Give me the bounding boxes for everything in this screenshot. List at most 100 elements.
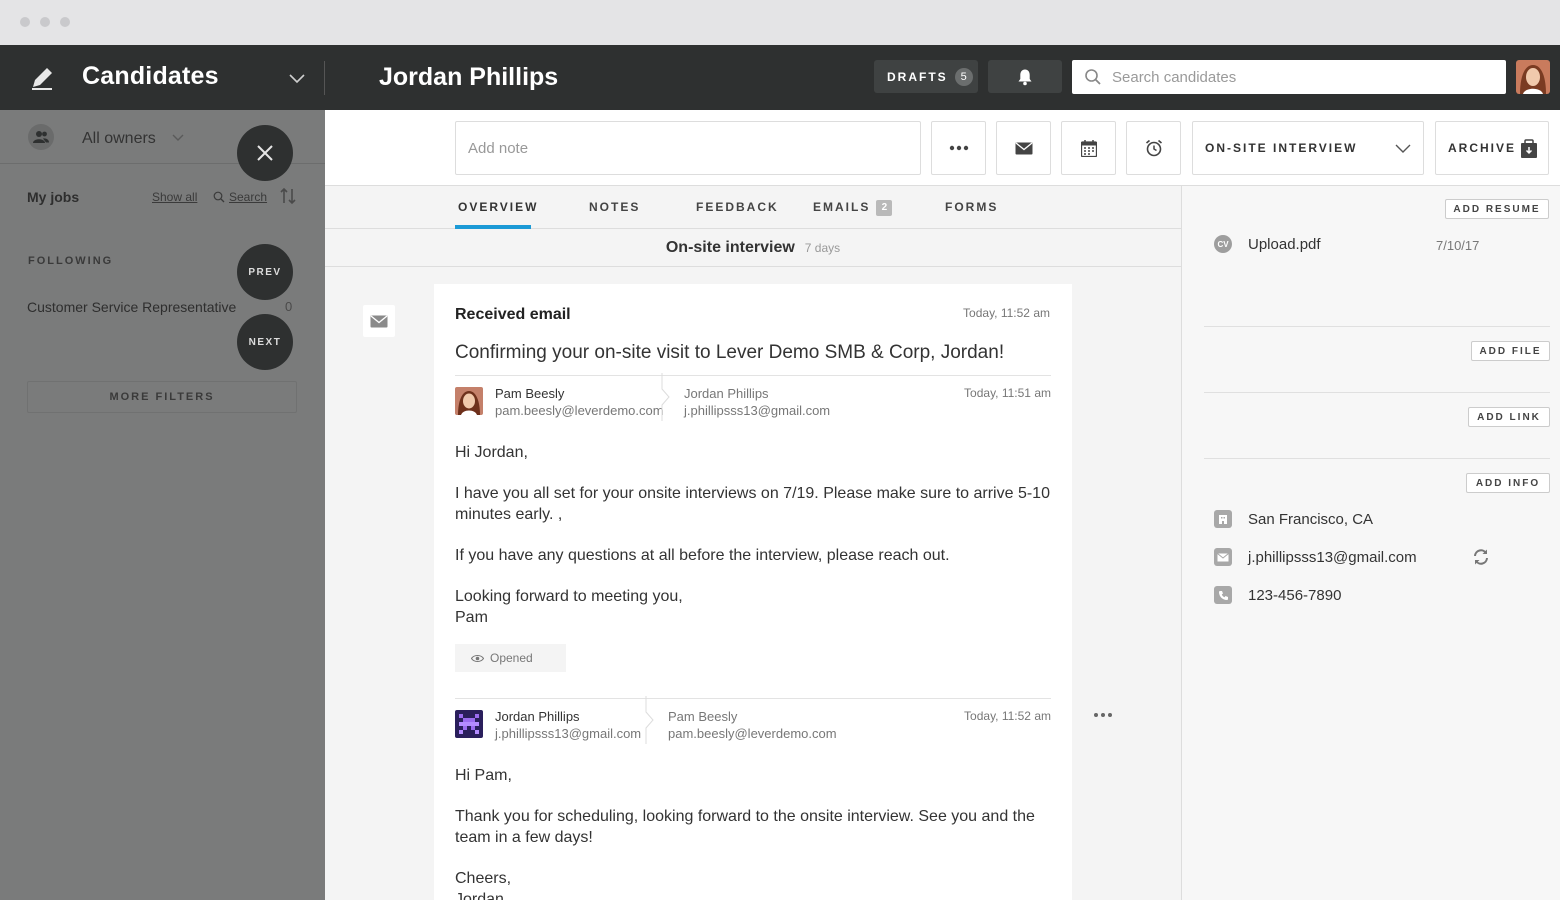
message-body-line: Pam <box>455 609 488 626</box>
window-chrome <box>0 0 1560 45</box>
sender-email: pam.beesly@leverdemo.com <box>495 403 664 418</box>
message-body-line: I have you all set for your onsite inter… <box>455 485 1050 523</box>
divider <box>455 375 1051 376</box>
drafts-label: DRAFTS <box>887 69 948 84</box>
pencil-icon[interactable] <box>28 64 56 92</box>
divider <box>1204 326 1550 327</box>
add-file-button[interactable]: ADD FILE <box>1471 341 1550 361</box>
search-box[interactable] <box>1072 60 1506 94</box>
window-close-dot[interactable] <box>20 17 30 27</box>
envelope-icon <box>1015 141 1032 154</box>
sync-icon[interactable] <box>1472 548 1490 566</box>
candidate-email[interactable]: j.phillipsss13@gmail.com <box>1248 549 1417 566</box>
email-row: j.phillipsss13@gmail.com <box>1214 548 1417 566</box>
candidate-phone[interactable]: 123-456-7890 <box>1248 587 1341 604</box>
tab-notes[interactable]: NOTES <box>589 200 640 214</box>
chevron-down-icon <box>172 134 184 141</box>
divider <box>455 698 1051 699</box>
alarm-clock-icon <box>1145 139 1162 157</box>
chevron-down-icon[interactable] <box>288 69 306 87</box>
send-email-button[interactable] <box>996 121 1051 175</box>
message-body-line: Looking forward to meeting you, <box>455 588 683 605</box>
divider <box>1204 392 1550 393</box>
message-header: Jordan Phillips j.phillipsss13@gmail.com… <box>455 696 1051 756</box>
center-panel: OVERVIEW NOTES FEEDBACK EMAILS 2 FORMS On… <box>325 186 1181 900</box>
chevron-down-icon <box>1395 144 1411 153</box>
message-body-line: If you have any questions at all before … <box>455 547 950 564</box>
archive-button[interactable]: ARCHIVE <box>1435 121 1549 175</box>
email-event-time: Today, 11:52 am <box>963 306 1050 320</box>
schedule-button[interactable] <box>1061 121 1116 175</box>
show-all-link[interactable]: Show all <box>152 190 197 204</box>
ellipsis-icon <box>949 145 968 151</box>
top-bar: Candidates Jordan Phillips DRAFTS 5 <box>0 45 1560 110</box>
prev-candidate-button[interactable]: PREV <box>237 244 293 300</box>
add-info-button[interactable]: ADD INFO <box>1466 473 1550 493</box>
tab-feedback[interactable]: FEEDBACK <box>696 200 779 214</box>
add-resume-button[interactable]: ADD RESUME <box>1445 199 1549 219</box>
add-note-input[interactable] <box>455 121 921 175</box>
sidebar-search-link[interactable]: Search <box>213 190 267 204</box>
drafts-button[interactable]: DRAFTS 5 <box>874 60 978 93</box>
stage-dropdown-value: ON-SITE INTERVIEW <box>1205 141 1358 155</box>
search-icon <box>1085 69 1101 85</box>
candidate-location: San Francisco, CA <box>1248 510 1374 528</box>
close-icon <box>257 145 273 161</box>
bell-icon <box>1018 69 1032 85</box>
message-header: Pam Beesly pam.beesly@leverdemo.com Jord… <box>455 373 1051 433</box>
chevron-right-icon <box>661 373 670 421</box>
message-body-line: Cheers, <box>455 870 512 887</box>
message-body-line: Hi Pam, <box>455 767 512 784</box>
recipient-name: Jordan Phillips <box>684 386 769 401</box>
job-item-title[interactable]: Customer Service Representative <box>27 299 236 315</box>
tab-forms[interactable]: FORMS <box>945 200 998 214</box>
more-filters-button[interactable]: MORE FILTERS <box>27 381 297 413</box>
resume-file-date: 7/10/17 <box>1436 238 1480 253</box>
building-icon <box>1214 510 1232 528</box>
eye-icon <box>471 654 484 662</box>
add-link-button[interactable]: ADD LINK <box>1468 407 1550 427</box>
phone-row: 123-456-7890 <box>1214 586 1341 604</box>
divider <box>1204 458 1550 459</box>
stage-name: On-site interview <box>665 238 795 256</box>
close-sidebar-button[interactable] <box>237 125 293 181</box>
resume-file-icon: CV <box>1214 235 1232 253</box>
chevron-right-icon <box>645 696 654 744</box>
calendar-icon <box>1080 139 1097 157</box>
sender-email: j.phillipsss13@gmail.com <box>495 726 642 741</box>
sidebar: All owners My jobs Show all Search FOLLO… <box>0 110 325 900</box>
recipient-email: j.phillipsss13@gmail.com <box>684 403 831 418</box>
user-avatar[interactable] <box>1516 60 1550 94</box>
stage-dropdown[interactable]: ON-SITE INTERVIEW <box>1192 121 1424 175</box>
more-actions-button[interactable] <box>931 121 986 175</box>
notifications-button[interactable] <box>988 60 1062 93</box>
sender-name: Pam Beesly <box>495 386 565 401</box>
tab-emails[interactable]: EMAILS 2 <box>813 200 893 216</box>
opened-label: Opened <box>490 651 533 665</box>
next-candidate-button[interactable]: NEXT <box>237 314 293 370</box>
phone-icon <box>1214 586 1232 604</box>
following-heading: FOLLOWING <box>28 255 114 267</box>
window-minimize-dot[interactable] <box>40 17 50 27</box>
message-body-line: Thank you for scheduling, looking forwar… <box>455 808 1035 846</box>
sender-avatar <box>455 710 483 738</box>
sidebar-search-label: Search <box>229 190 268 204</box>
window-zoom-dot[interactable] <box>60 17 70 27</box>
envelope-icon <box>370 314 388 327</box>
app-title[interactable]: Candidates <box>82 62 219 91</box>
message-body-line: Jordan <box>455 891 504 900</box>
message-more-icon[interactable] <box>1093 712 1113 718</box>
reminder-button[interactable] <box>1126 121 1181 175</box>
message-body-line: Hi Jordan, <box>455 444 528 461</box>
search-icon <box>213 191 225 203</box>
tab-overview[interactable]: OVERVIEW <box>458 200 538 214</box>
sender-name: Jordan Phillips <box>495 709 580 724</box>
emails-count-badge: 2 <box>876 200 893 216</box>
search-input[interactable] <box>1112 68 1492 86</box>
sort-icon[interactable] <box>279 187 297 205</box>
resume-file-name[interactable]: Upload.pdf <box>1248 236 1321 253</box>
message-time: Today, 11:52 am <box>964 709 1051 723</box>
owners-label: All owners <box>82 130 156 147</box>
opened-status: Opened <box>455 644 566 672</box>
job-item-count: 0 <box>285 299 293 314</box>
